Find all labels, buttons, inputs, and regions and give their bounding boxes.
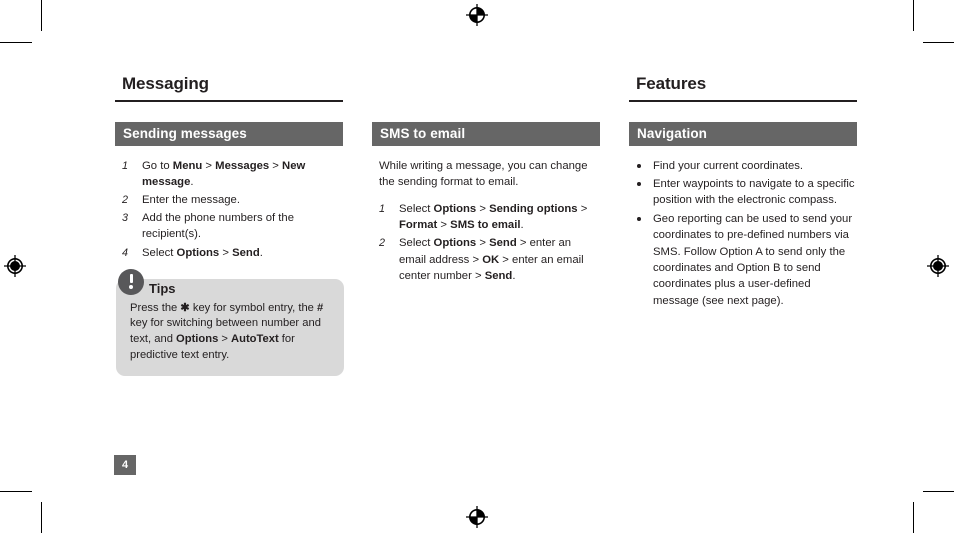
- step-number: 2: [122, 193, 129, 206]
- list-item: 1 Select Options > Sending options > For…: [372, 201, 600, 233]
- bullet-icon: [637, 216, 641, 221]
- list-item: 2 Enter the message.: [115, 192, 343, 208]
- section-heading-navigation: Navigation: [629, 121, 857, 146]
- step-number: 4: [122, 246, 129, 259]
- bullets-navigation: Find your current coordinates. Enter way…: [629, 158, 857, 310]
- step-text: Add the phone numbers of the recipient(s…: [142, 212, 294, 241]
- list-item: Enter waypoints to navigate to a specifi…: [629, 176, 857, 209]
- bullet-text: Find your current coordinates.: [653, 159, 804, 172]
- page-title-features: Features: [636, 74, 707, 93]
- list-item: 1 Go to Menu > Messages > New message.: [115, 158, 343, 190]
- step-number: 2: [379, 237, 386, 250]
- exclamation-icon: [118, 268, 144, 295]
- step-number: 1: [122, 159, 129, 172]
- tips-body: Press the ✱ key for symbol entry, the # …: [130, 301, 324, 361]
- tips-title: Tips: [149, 280, 176, 296]
- step-text: Enter the message.: [142, 193, 240, 206]
- sms-to-email-intro: While writing a message, you can change …: [379, 159, 588, 188]
- list-item: 3 Add the phone numbers of the recipient…: [115, 210, 343, 242]
- step-number: 1: [379, 202, 386, 215]
- bullet-text: Enter waypoints to navigate to a specifi…: [653, 177, 855, 207]
- step-text: Select Options > Sending options > Forma…: [399, 202, 588, 232]
- list-item: 2 Select Options > Send > enter an email…: [372, 235, 600, 284]
- list-item: Find your current coordinates.: [629, 158, 857, 174]
- step-text: Go to Menu > Messages > New message.: [142, 159, 306, 188]
- manual-page: Messaging Sending messages 1 Go to Menu …: [0, 0, 954, 533]
- step-number: 3: [122, 212, 129, 225]
- section-heading-sending-messages: Sending messages: [115, 121, 343, 146]
- list-item: 4 Select Options > Send.: [115, 245, 343, 261]
- column-middle: SMS to email While writing a message, yo…: [372, 74, 600, 286]
- page-title-messaging: Messaging: [122, 74, 209, 93]
- bullet-text: Geo reporting can be used to send your c…: [653, 212, 853, 307]
- section-heading-sms-to-email: SMS to email: [372, 121, 600, 146]
- page-number-badge: 4: [114, 455, 136, 475]
- bullet-icon: [637, 181, 641, 186]
- column-right: Features Navigation Find your current co…: [629, 74, 857, 311]
- steps-sending-messages: 1 Go to Menu > Messages > New message. 2…: [115, 158, 343, 261]
- step-text: Select Options > Send.: [142, 246, 263, 259]
- tips-callout: Tips Press the ✱ key for symbol entry, t…: [116, 268, 344, 377]
- steps-sms-to-email: 1 Select Options > Sending options > For…: [372, 201, 600, 284]
- column-left: Messaging Sending messages 1 Go to Menu …: [115, 74, 344, 377]
- chapter-rule-left: [115, 99, 343, 102]
- step-text: Select Options > Send > enter an email a…: [399, 237, 584, 282]
- chapter-rule-right: [629, 99, 857, 102]
- list-item: Geo reporting can be used to send your c…: [629, 211, 857, 309]
- bullet-icon: [637, 163, 641, 168]
